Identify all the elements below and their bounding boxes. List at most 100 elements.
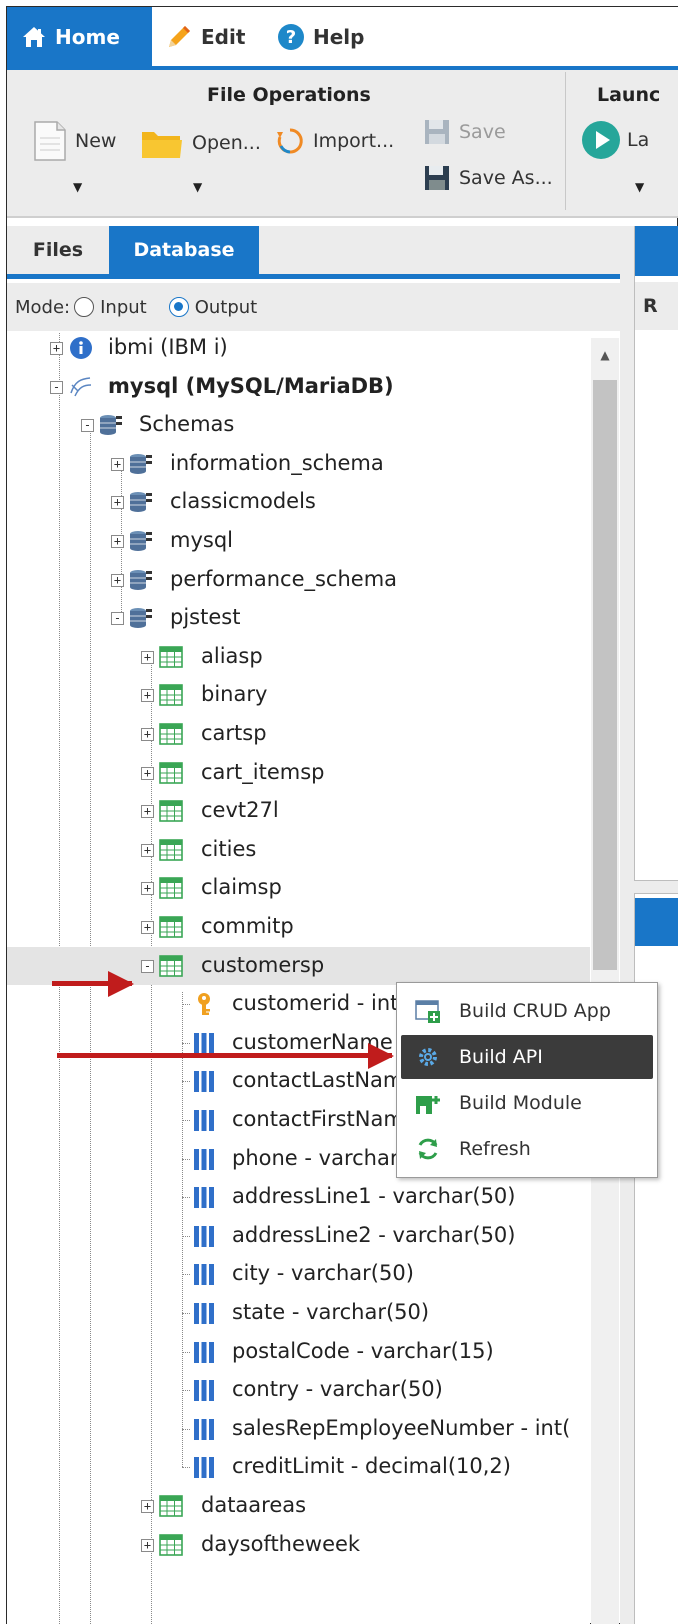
tree-item-label: contactLastName	[232, 1068, 417, 1093]
tree-row[interactable]	[7, 333, 590, 367]
key-icon	[198, 993, 210, 1016]
expand-toggle[interactable]: +	[141, 766, 154, 780]
tree-item-icon-wrap	[159, 876, 183, 900]
tree-row[interactable]	[7, 599, 590, 637]
input-radio-label: Input	[100, 296, 147, 318]
open-dropdown-arrow[interactable]: ▼	[193, 180, 202, 194]
collapse-toggle[interactable]: -	[50, 380, 63, 394]
tab-home[interactable]: Home	[7, 7, 152, 67]
tree-row[interactable]	[7, 676, 590, 714]
menu-item-build-module[interactable]: Build Module	[401, 1081, 653, 1125]
expand-toggle[interactable]: +	[141, 805, 154, 819]
open-button-label: Open...	[192, 132, 261, 154]
new-dropdown-arrow[interactable]: ▼	[73, 180, 82, 194]
collapse-toggle[interactable]: -	[111, 612, 124, 626]
tree-row[interactable]	[7, 522, 590, 560]
tree-row[interactable]	[7, 908, 590, 946]
column-icon	[194, 1264, 214, 1286]
tree-row[interactable]	[7, 406, 590, 444]
tree-item-icon-wrap	[159, 645, 183, 668]
save-button-label: Save	[459, 121, 506, 143]
tab-help[interactable]: ? Help	[277, 7, 364, 67]
output-radio[interactable]	[168, 297, 189, 317]
tree-row[interactable]	[7, 638, 590, 676]
tree-item-label: claimsp	[201, 875, 282, 900]
tree-item-icon-wrap	[129, 568, 152, 590]
import-button[interactable]: Import...	[275, 126, 394, 156]
tree-row[interactable]	[7, 715, 590, 753]
collapse-toggle[interactable]: -	[141, 959, 154, 973]
expand-toggle[interactable]: +	[111, 496, 124, 510]
annotation-arrow-head	[368, 1043, 394, 1069]
open-button[interactable]: Open...	[140, 126, 261, 160]
tree-connector-line	[182, 1428, 190, 1430]
tree-item-icon-wrap	[159, 954, 183, 977]
tab-edit[interactable]: Edit	[165, 7, 245, 67]
menu-item-refresh[interactable]: Refresh	[401, 1127, 653, 1171]
tree-connector-line	[182, 1274, 190, 1276]
tree-item-label: commitp	[201, 914, 294, 938]
tree-item-label: mysql (MySQL/MariaDB)	[108, 373, 394, 398]
tree-item-icon-wrap	[192, 992, 214, 1016]
svg-text:?: ?	[286, 27, 296, 48]
home-icon	[23, 27, 45, 47]
tree-connector-line	[182, 1390, 190, 1392]
tree-row[interactable]	[7, 869, 590, 907]
expand-toggle[interactable]: +	[141, 650, 154, 664]
tree-row[interactable]	[7, 831, 590, 869]
connection-icon	[70, 376, 92, 396]
expand-toggle[interactable]: +	[141, 1538, 154, 1552]
right-pane-divider[interactable]	[634, 880, 678, 894]
schema-icon	[130, 569, 152, 590]
panel-splitter[interactable]	[620, 226, 634, 1624]
save-as-button[interactable]: Save As...	[423, 164, 553, 192]
tree-item-label: cart_itemsp	[201, 759, 325, 784]
menu-item-label: Build CRUD App	[459, 1000, 611, 1022]
table-icon	[159, 916, 183, 938]
expand-toggle[interactable]: +	[111, 535, 124, 548]
save-as-button-label: Save As...	[459, 167, 553, 189]
expand-toggle[interactable]: +	[141, 921, 154, 934]
table-icon	[159, 1495, 183, 1517]
tree-connector-line	[182, 1120, 190, 1121]
menu-item-build-api[interactable]: Build API	[401, 1035, 653, 1079]
expand-toggle[interactable]: +	[141, 689, 154, 703]
tree-item-label: ibmi (IBM i)	[108, 335, 228, 359]
expand-toggle[interactable]: +	[141, 1500, 154, 1513]
tree-item-icon-wrap	[129, 490, 152, 513]
save-button[interactable]: Save	[423, 118, 506, 146]
tree-item-icon-wrap	[159, 722, 183, 745]
tree-item-label: customerid - int	[232, 991, 399, 1016]
tree-item-icon-wrap	[129, 529, 152, 551]
expand-toggle[interactable]: +	[141, 843, 154, 857]
expand-toggle[interactable]: +	[50, 342, 63, 355]
collapse-toggle[interactable]: -	[81, 419, 94, 433]
scroll-up-arrow[interactable]: ▲	[591, 338, 619, 372]
tab-edit-label: Edit	[201, 25, 246, 49]
launch-dropdown-arrow[interactable]: ▼	[635, 180, 644, 194]
tree-item-label: binary	[201, 682, 268, 707]
tree-item-label: contactFirstName	[232, 1107, 417, 1131]
new-button[interactable]: New	[33, 120, 116, 162]
input-radio[interactable]	[74, 297, 95, 317]
right-pane-header	[635, 226, 678, 276]
menu-item-build-crud-app[interactable]: Build CRUD App	[401, 989, 653, 1033]
expand-toggle[interactable]: +	[111, 573, 124, 587]
tree-row[interactable]	[7, 792, 590, 830]
tab-files[interactable]: Files	[7, 226, 109, 274]
expand-toggle[interactable]: +	[141, 728, 154, 741]
scroll-thumb[interactable]	[593, 380, 617, 970]
tab-database[interactable]: Database	[109, 226, 259, 274]
table-icon	[159, 761, 183, 784]
column-icon	[194, 1303, 214, 1324]
schema-icon	[100, 415, 122, 436]
pencil-icon	[169, 26, 190, 47]
tree-item-icon-wrap	[192, 1378, 214, 1402]
launch-button[interactable]: La	[581, 120, 649, 160]
expand-toggle[interactable]: +	[141, 882, 154, 896]
import-button-label: Import...	[313, 130, 395, 152]
expand-toggle[interactable]: +	[111, 457, 124, 471]
tree-connector-line	[182, 1042, 190, 1044]
column-icon	[194, 1457, 214, 1479]
gear-icon	[419, 1048, 437, 1066]
